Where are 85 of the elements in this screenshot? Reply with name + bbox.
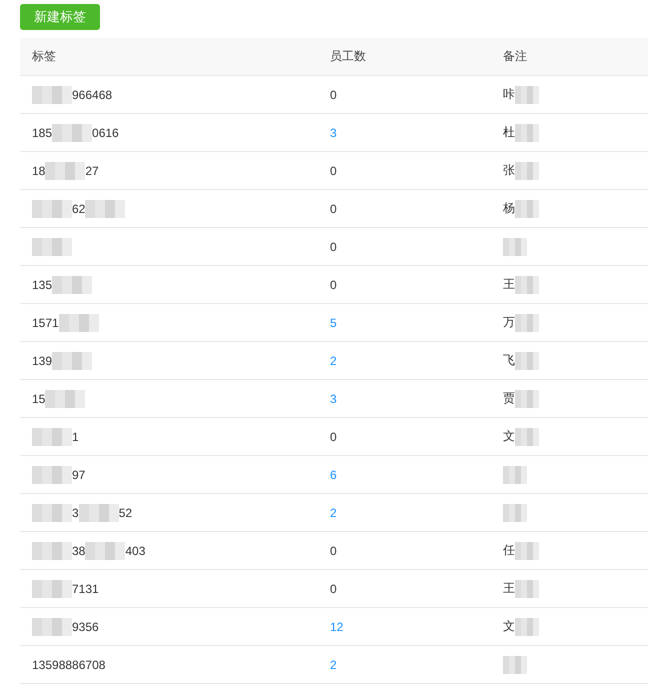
cell-text: 万 <box>503 314 515 331</box>
redaction-mask <box>515 86 539 104</box>
redaction-mask <box>32 580 72 598</box>
cell-text: 139 <box>32 354 52 368</box>
redaction-mask <box>515 618 539 636</box>
redaction-mask <box>78 504 119 522</box>
redaction-mask <box>32 618 72 636</box>
redaction-mask <box>515 200 539 218</box>
cell-text: 张 <box>503 162 515 179</box>
count-text: 0 <box>330 88 337 102</box>
redaction-mask <box>45 390 86 408</box>
redaction-mask <box>32 466 72 484</box>
cell-text: 403 <box>125 544 146 558</box>
count-text: 0 <box>330 202 337 216</box>
cell-text: 杜 <box>503 124 515 141</box>
count-text: 0 <box>330 240 337 254</box>
cell-text: 27 <box>85 164 99 178</box>
cell-text: 3 <box>72 506 79 520</box>
redaction-mask <box>32 542 72 560</box>
cell-text: 7131 <box>72 582 99 596</box>
count-link[interactable]: 2 <box>330 354 337 368</box>
redaction-mask <box>515 390 539 408</box>
cell-text: 38 <box>72 544 86 558</box>
cell-text: 52 <box>118 506 132 520</box>
redaction-mask <box>503 466 527 484</box>
cell-text: 文 <box>503 428 515 445</box>
cell-text: 1571 <box>32 316 59 330</box>
cell-text: 任 <box>503 542 515 559</box>
redaction-mask <box>503 238 527 256</box>
count-link[interactable]: 2 <box>330 506 337 520</box>
redaction-mask <box>515 124 539 142</box>
cell-text: 1 <box>72 430 79 444</box>
column-header: 标签 <box>31 48 57 65</box>
redaction-mask <box>515 276 539 294</box>
redaction-mask <box>515 580 539 598</box>
count-text: 0 <box>330 544 337 558</box>
redaction-mask <box>58 314 99 332</box>
cell-text: 135 <box>32 278 52 292</box>
count-text: 0 <box>330 278 337 292</box>
count-text: 0 <box>330 164 337 178</box>
redaction-mask <box>32 200 72 218</box>
redaction-mask <box>32 428 72 446</box>
redaction-mask <box>45 162 86 180</box>
count-link[interactable]: 5 <box>330 316 337 330</box>
cell-text: 97 <box>72 468 86 482</box>
cell-text: 62 <box>72 202 86 216</box>
cell-text: 飞 <box>503 352 515 369</box>
redaction-mask <box>32 86 72 104</box>
cell-text: 966468 <box>72 88 112 102</box>
redaction-mask <box>85 542 126 560</box>
cell-text: 185 <box>32 126 52 140</box>
redaction-mask <box>515 162 539 180</box>
redaction-mask <box>515 314 539 332</box>
cell-text: 王 <box>503 276 515 293</box>
redaction-mask <box>32 238 72 256</box>
count-link[interactable]: 6 <box>330 468 337 482</box>
redaction-mask <box>85 200 126 218</box>
cell-text: 贾 <box>503 390 515 407</box>
cell-text: 9356 <box>72 620 99 634</box>
redaction-mask <box>52 352 92 370</box>
redaction-mask <box>515 542 539 560</box>
count-link[interactable]: 12 <box>330 620 344 634</box>
new-tag-button[interactable]: 新建标签 <box>20 4 100 30</box>
cell-text: 15 <box>32 392 46 406</box>
cell-text: 13598886708 <box>32 658 106 672</box>
cell-text: 文 <box>503 618 515 635</box>
redaction-mask <box>503 656 527 674</box>
redaction-mask <box>52 276 92 294</box>
redaction-mask <box>515 428 539 446</box>
redaction-mask <box>515 352 539 370</box>
count-text: 0 <box>330 582 337 596</box>
column-header: 员工数 <box>329 48 367 65</box>
count-text: 0 <box>330 430 337 444</box>
cell-text: 杨 <box>503 200 515 217</box>
cell-text: 0616 <box>92 126 119 140</box>
column-header: 备注 <box>502 48 528 65</box>
redaction-mask <box>32 504 72 522</box>
redaction-mask <box>52 124 92 142</box>
cell-text: 咔 <box>503 86 515 103</box>
cell-text: 18 <box>32 164 46 178</box>
count-link[interactable]: 3 <box>330 392 337 406</box>
redaction-mask <box>503 504 527 522</box>
cell-text: 王 <box>503 580 515 597</box>
count-link[interactable]: 2 <box>330 658 337 672</box>
count-link[interactable]: 3 <box>330 126 337 140</box>
